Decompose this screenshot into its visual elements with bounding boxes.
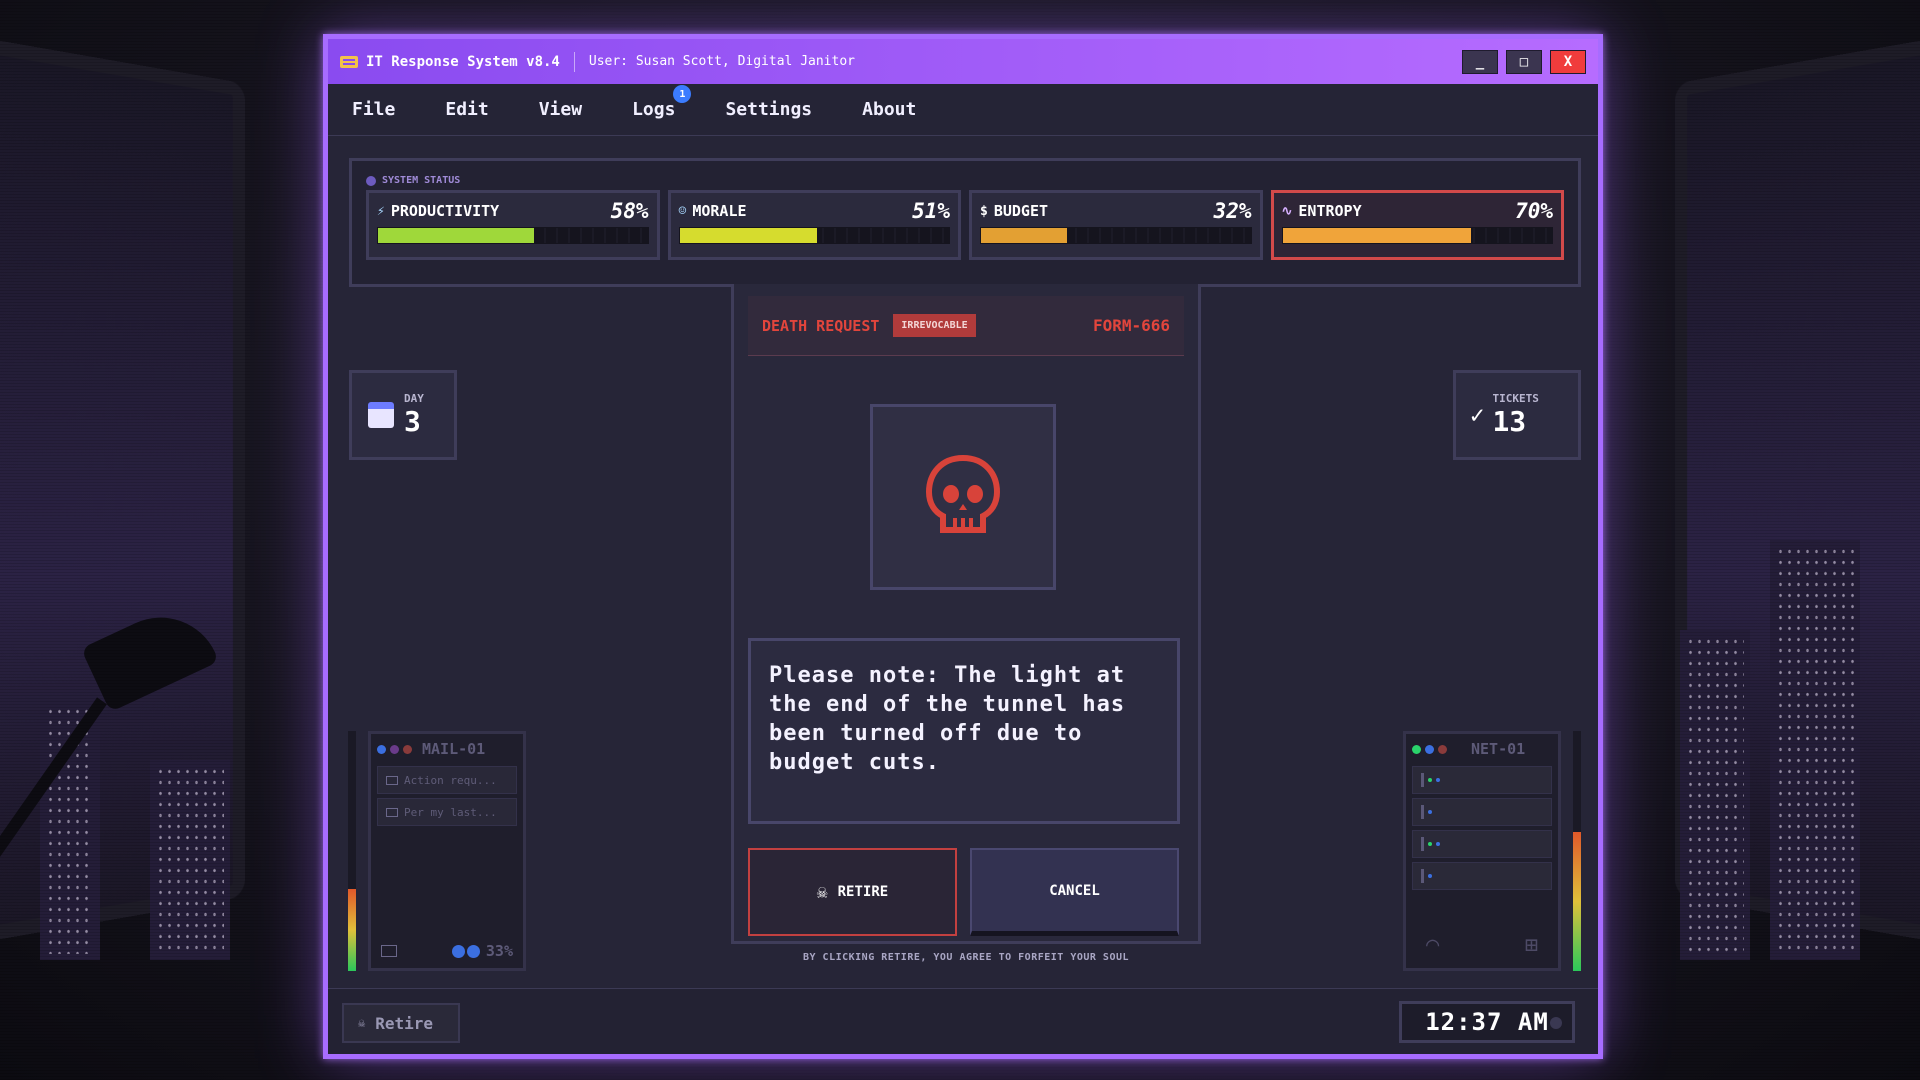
meter-bar — [980, 227, 1252, 244]
meter-bar — [377, 227, 649, 244]
network-tree-icon: ⊞ — [1524, 933, 1538, 958]
footer-retire-button[interactable]: ☠ Retire — [342, 1003, 460, 1043]
mail-item[interactable]: Action requ... — [377, 766, 517, 794]
day-label: DAY — [404, 392, 424, 405]
meter-fill — [378, 228, 535, 243]
bolt-icon: ⚡ — [377, 203, 385, 219]
checkmark-icon: ✓ — [1470, 401, 1485, 429]
skull-portrait — [870, 404, 1056, 590]
mail-monitor-title: MAIL-01 — [422, 740, 486, 758]
death-request-dialog: DEATH REQUEST IRREVOCABLE FORM-666 Pleas… — [731, 284, 1201, 963]
vu-fill — [348, 889, 356, 971]
net-row — [1412, 766, 1552, 794]
wifi-icon: ◠ — [1426, 933, 1440, 958]
menu-file[interactable]: File — [352, 99, 395, 120]
retire-button-label: RETIRE — [837, 884, 889, 900]
meter-fill — [1282, 228, 1472, 243]
app-icon — [340, 55, 358, 68]
system-status-title: SYSTEM STATUS — [382, 175, 461, 186]
app-title: IT Response System v8.4 — [366, 53, 560, 70]
city-building — [1770, 540, 1860, 960]
day-value: 3 — [404, 405, 421, 438]
minimize-button[interactable]: _ — [1462, 49, 1498, 74]
maximize-button[interactable]: □ — [1506, 49, 1542, 74]
vu-meter-right — [1573, 731, 1581, 971]
footer-retire-label: Retire — [375, 1013, 434, 1033]
app-window: IT Response System v8.4 User: Susan Scot… — [323, 34, 1603, 1059]
skull-icon: ☠ — [816, 881, 828, 903]
vu-fill — [1573, 831, 1581, 971]
mail-item[interactable]: Per my last... — [377, 798, 517, 826]
tickets-label: TICKETS — [1492, 392, 1539, 405]
status-dot-icon — [366, 175, 376, 186]
logs-notification-badge: 1 — [673, 85, 692, 103]
meter-value: 32% — [1213, 199, 1252, 223]
footer-bar: ☠ Retire 12:37 AM — [328, 988, 1598, 1054]
meter-budget: $ BUDGET 32% — [969, 190, 1263, 260]
menu-about[interactable]: About — [862, 99, 916, 120]
tickets-counter: ✓ TICKETS 13 — [1453, 370, 1581, 460]
dialog-title: DEATH REQUEST — [762, 316, 880, 335]
mail-monitor[interactable]: MAIL-01 Action requ... Per my last... 33… — [368, 731, 526, 971]
meter-morale: ☺ MORALE 51% — [667, 190, 961, 260]
city-building — [150, 760, 230, 960]
meter-productivity: ⚡ PRODUCTIVITY 58% — [366, 190, 660, 260]
meter-value: 51% — [912, 199, 950, 223]
envelope-icon — [386, 775, 398, 785]
meter-label: BUDGET — [993, 202, 1049, 220]
user-label: User: Susan Scott, Digital Janitor — [588, 54, 855, 69]
meter-label: PRODUCTIVITY — [390, 202, 500, 220]
meter-label: ENTROPY — [1298, 202, 1362, 220]
skull-icon — [925, 454, 1001, 533]
menu-bar: File Edit View Logs 1 Settings About — [328, 84, 1598, 136]
dollar-icon: $ — [980, 203, 988, 219]
meter-entropy: ∿ ENTROPY 70% — [1270, 190, 1564, 260]
dialog-disclaimer: BY CLICKING RETIRE, YOU AGREE TO FORFEIT… — [802, 952, 1130, 963]
person-icon: ☺ — [678, 203, 687, 219]
clock: 12:37 AM — [1399, 1001, 1575, 1043]
retire-button[interactable]: ☠ RETIRE — [748, 848, 957, 936]
net-monitor-title: NET-01 — [1471, 740, 1526, 758]
pulse-icon: ∿ — [1281, 203, 1293, 219]
meter-label: MORALE — [692, 202, 747, 220]
envelope-icon — [381, 945, 397, 957]
meter-value: 58% — [610, 199, 649, 223]
vu-meter-left — [348, 731, 356, 971]
form-id: FORM-666 — [1092, 316, 1170, 335]
status-indicator — [1550, 1017, 1562, 1029]
city-building — [1680, 630, 1750, 960]
system-status-panel: SYSTEM STATUS ⚡ PRODUCTIVITY 58% ☺ MORALE … — [349, 158, 1581, 287]
menu-edit[interactable]: Edit — [445, 99, 488, 120]
mail-percent: 33% — [485, 942, 513, 960]
net-row — [1412, 862, 1552, 890]
menu-logs[interactable]: Logs 1 — [632, 85, 692, 120]
net-row — [1412, 830, 1552, 858]
close-button[interactable]: X — [1550, 49, 1586, 74]
day-counter: DAY 3 — [349, 370, 457, 460]
menu-logs-label: Logs — [632, 99, 676, 120]
meter-bar — [678, 227, 950, 244]
skull-icon: ☠ — [358, 1016, 366, 1030]
envelope-icon — [386, 807, 398, 817]
meter-fill — [679, 228, 817, 243]
dialog-header: DEATH REQUEST IRREVOCABLE FORM-666 — [748, 296, 1184, 356]
meter-bar — [1281, 227, 1553, 244]
net-row — [1412, 798, 1552, 826]
menu-view[interactable]: View — [539, 99, 582, 120]
meter-fill — [981, 228, 1068, 243]
dialog-message: Please note: The light at the end of the… — [748, 638, 1180, 824]
calendar-icon — [368, 402, 394, 428]
network-monitor[interactable]: NET-01 ◠ ⊞ — [1403, 731, 1561, 971]
meter-value: 70% — [1515, 199, 1553, 223]
tickets-value: 13 — [1492, 405, 1527, 438]
menu-settings[interactable]: Settings — [725, 99, 812, 120]
title-bar[interactable]: IT Response System v8.4 User: Susan Scot… — [328, 39, 1598, 84]
irrevocable-badge: IRREVOCABLE — [893, 314, 976, 337]
cancel-button[interactable]: CANCEL — [970, 848, 1179, 936]
